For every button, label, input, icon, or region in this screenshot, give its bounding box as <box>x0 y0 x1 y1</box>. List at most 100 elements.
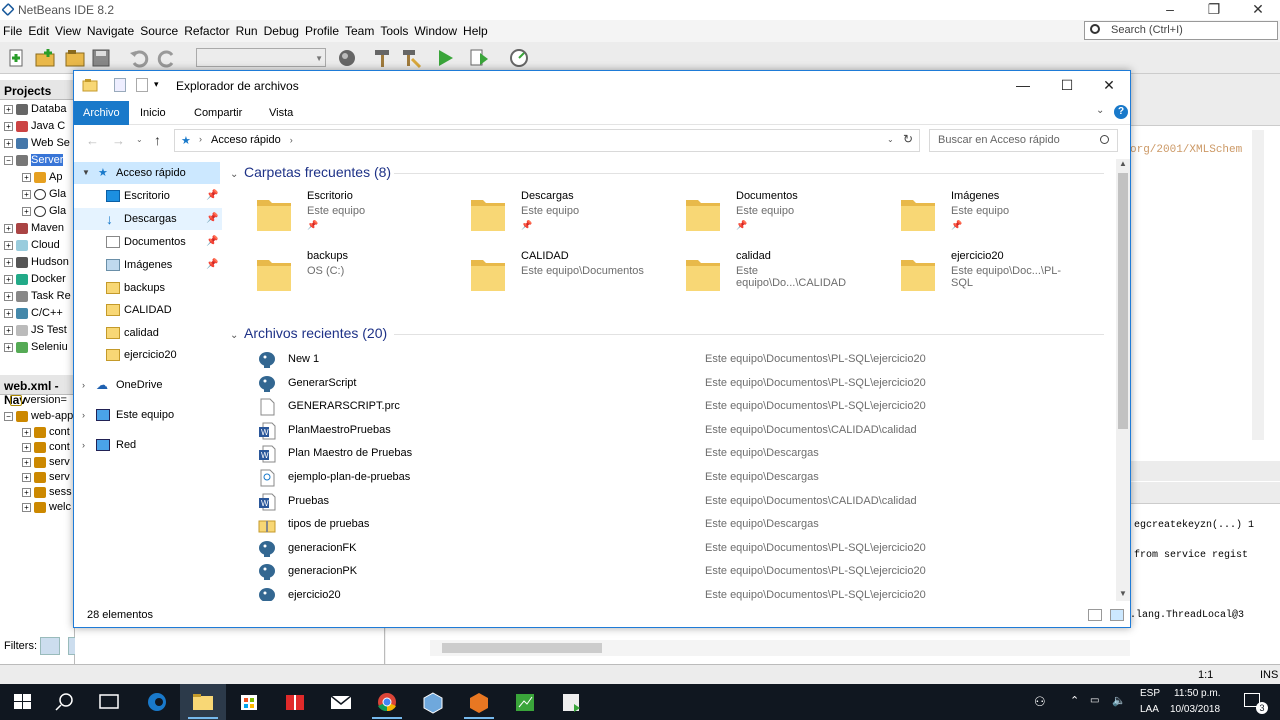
menu-navigate[interactable]: Navigate <box>84 20 137 38</box>
tree-item-servers[interactable]: Server <box>31 154 64 166</box>
nav-descargas[interactable]: ↓ Descargas 📌 <box>74 208 222 230</box>
frequent-folder-tile[interactable]: CALIDAD Este equipo\Documentos <box>438 246 652 304</box>
explorer-close-icon[interactable]: ✕ <box>1086 71 1132 99</box>
clean-build-icon[interactable] <box>400 47 422 69</box>
nav-calidad-upper[interactable]: CALIDAD <box>74 299 222 321</box>
nav-documentos[interactable]: Documentos 📌 <box>74 231 222 253</box>
tiles-view-icon[interactable] <box>1110 609 1124 621</box>
restore-icon[interactable]: ❐ <box>1192 0 1236 20</box>
input-layout[interactable]: LAA <box>1140 704 1159 715</box>
tab-compartir[interactable]: Compartir <box>185 101 251 125</box>
nav-quick-access[interactable]: ▼ ★ Acceso rápido <box>74 162 220 184</box>
nav-tree-context-2[interactable]: cont <box>49 441 70 453</box>
tab-inicio[interactable]: Inicio <box>131 101 175 125</box>
explorer-maximize-icon[interactable]: ☐ <box>1044 71 1090 99</box>
tree-item-java[interactable]: Java C <box>31 120 65 132</box>
recent-file-row[interactable]: GenerarScript Este equipo\Documentos\PL-S… <box>254 372 1104 395</box>
frequent-folder-tile[interactable]: ejercicio20 Este equipo\Doc...\PL-SQL <box>868 246 1082 304</box>
nav-calidad-lower[interactable]: calidad <box>74 322 222 344</box>
task-view-icon[interactable] <box>86 684 132 720</box>
editor-hscroll[interactable] <box>1130 461 1280 481</box>
nav-tree-servlet-1[interactable]: serv <box>49 456 70 468</box>
nav-tree-context-1[interactable]: cont <box>49 426 70 438</box>
new-project-icon[interactable] <box>34 47 56 69</box>
search-icon[interactable] <box>42 684 88 720</box>
forward-icon[interactable]: → <box>112 133 125 148</box>
menu-edit[interactable]: Edit <box>25 20 52 38</box>
undo-icon[interactable] <box>128 47 150 69</box>
recent-file-row[interactable]: W Pruebas Este equipo\Documentos\CALIDAD\c… <box>254 490 1104 513</box>
profile-icon[interactable] <box>508 47 530 69</box>
tree-item-glassfish-1[interactable]: Gla <box>49 188 66 200</box>
address-bar[interactable]: ★ › Acceso rápido › ⌄ ↻ <box>174 129 920 152</box>
run-icon[interactable] <box>434 47 456 69</box>
tree-item-js-test[interactable]: JS Test <box>31 324 67 336</box>
menu-source[interactable]: Source <box>137 20 181 38</box>
nav-imagenes[interactable]: Imágenes 📌 <box>74 254 222 276</box>
frequent-folder-tile[interactable]: backups OS (C:) <box>224 246 438 304</box>
nav-onedrive[interactable]: › ☁ OneDrive <box>74 374 222 396</box>
explorer-minimize-icon[interactable]: — <box>1000 71 1046 99</box>
menu-refactor[interactable]: Refactor <box>181 20 232 38</box>
menu-profile[interactable]: Profile <box>302 20 342 38</box>
store-icon[interactable] <box>226 684 272 720</box>
ide-search-input[interactable]: Search (Ctrl+I) <box>1084 21 1278 40</box>
content-scrollbar[interactable]: ▲ ▼ <box>1116 159 1130 601</box>
horizontal-scrollbar[interactable] <box>430 640 1250 656</box>
section-header-recent[interactable]: ⌄ Archivos recientes (20) <box>230 325 387 341</box>
tree-item-cpp[interactable]: C/C++ <box>31 307 63 319</box>
expand-ribbon-icon[interactable]: ⌄ <box>1096 105 1104 116</box>
chart-app-icon[interactable] <box>502 684 548 720</box>
tree-item-maven[interactable]: Maven <box>31 222 64 234</box>
file-explorer-taskbar-icon[interactable] <box>180 684 226 720</box>
recent-file-row[interactable]: ejercicio20 Este equipo\Documentos\PL-SQL… <box>254 584 1104 601</box>
nav-tree-version[interactable]: version= <box>25 394 67 406</box>
details-view-icon[interactable] <box>1088 609 1102 621</box>
recent-file-row[interactable]: W Plan Maestro de Pruebas Este equipo\Desc… <box>254 442 1104 465</box>
up-icon[interactable]: ↑ <box>154 132 161 148</box>
menu-view[interactable]: View <box>52 20 84 38</box>
menu-file[interactable]: File <box>0 20 25 38</box>
tree-item-databases[interactable]: Databa <box>31 103 66 115</box>
menu-team[interactable]: Team <box>342 20 377 38</box>
frequent-folder-tile[interactable]: Descargas Este equipo 📌 <box>438 186 652 244</box>
nav-tree-web-app[interactable]: web-app <box>31 410 73 422</box>
tree-item-glassfish-2[interactable]: Gla <box>49 205 66 217</box>
quick-toolbar-dropdown-icon[interactable]: ▾ <box>154 79 159 90</box>
tab-archivo[interactable]: Archivo <box>74 101 129 125</box>
tree-item-cloud[interactable]: Cloud <box>31 239 60 251</box>
show-hidden-icons-icon[interactable]: ⌃ <box>1070 694 1079 707</box>
nav-este-equipo[interactable]: › Este equipo <box>74 404 222 426</box>
mail-icon[interactable] <box>318 684 364 720</box>
nav-escritorio[interactable]: Escritorio 📌 <box>74 185 222 207</box>
tree-item-docker[interactable]: Docker <box>31 273 66 285</box>
nav-ejercicio20[interactable]: ejercicio20 <box>74 344 222 366</box>
hammer-icon[interactable] <box>372 47 394 69</box>
menu-help[interactable]: Help <box>460 20 491 38</box>
chrome-icon[interactable] <box>364 684 410 720</box>
open-project-icon[interactable] <box>64 47 86 69</box>
recent-file-row[interactable]: tipos de pruebas Este equipo\Descargas <box>254 513 1104 536</box>
tab-vista[interactable]: Vista <box>260 101 302 125</box>
people-icon[interactable]: ⚇ <box>1034 694 1046 710</box>
help-icon[interactable]: ? <box>1114 105 1128 119</box>
refresh-icon[interactable]: ↻ <box>903 132 913 146</box>
recent-file-row[interactable]: W PlanMaestroPruebas Este equipo\Documento… <box>254 419 1104 442</box>
input-language[interactable]: ESP <box>1140 688 1160 699</box>
tab-projects[interactable]: Projects <box>0 80 75 100</box>
nav-tree-session[interactable]: sess <box>49 486 72 498</box>
recent-file-row[interactable]: ejemplo-plan-de-pruebas Este equipo\Desca… <box>254 466 1104 489</box>
battery-icon[interactable]: ▭ <box>1090 695 1099 706</box>
recent-file-row[interactable]: generacionFK Este equipo\Documentos\PL-SQ… <box>254 537 1104 560</box>
sql-developer-icon[interactable] <box>548 684 594 720</box>
tree-item-apache[interactable]: Ap <box>49 171 62 183</box>
configuration-select[interactable]: ▼ <box>196 48 326 67</box>
save-all-icon[interactable] <box>90 47 112 69</box>
address-dropdown-icon[interactable]: ⌄ <box>887 135 894 144</box>
frequent-folder-tile[interactable]: Documentos Este equipo 📌 <box>653 186 867 244</box>
minimize-icon[interactable]: – <box>1148 0 1192 20</box>
tree-item-selenium[interactable]: Seleniu <box>31 341 68 353</box>
new-folder-icon[interactable] <box>136 78 148 92</box>
explorer-search-input[interactable]: Buscar en Acceso rápido <box>929 129 1118 152</box>
menu-run[interactable]: Run <box>233 20 261 38</box>
